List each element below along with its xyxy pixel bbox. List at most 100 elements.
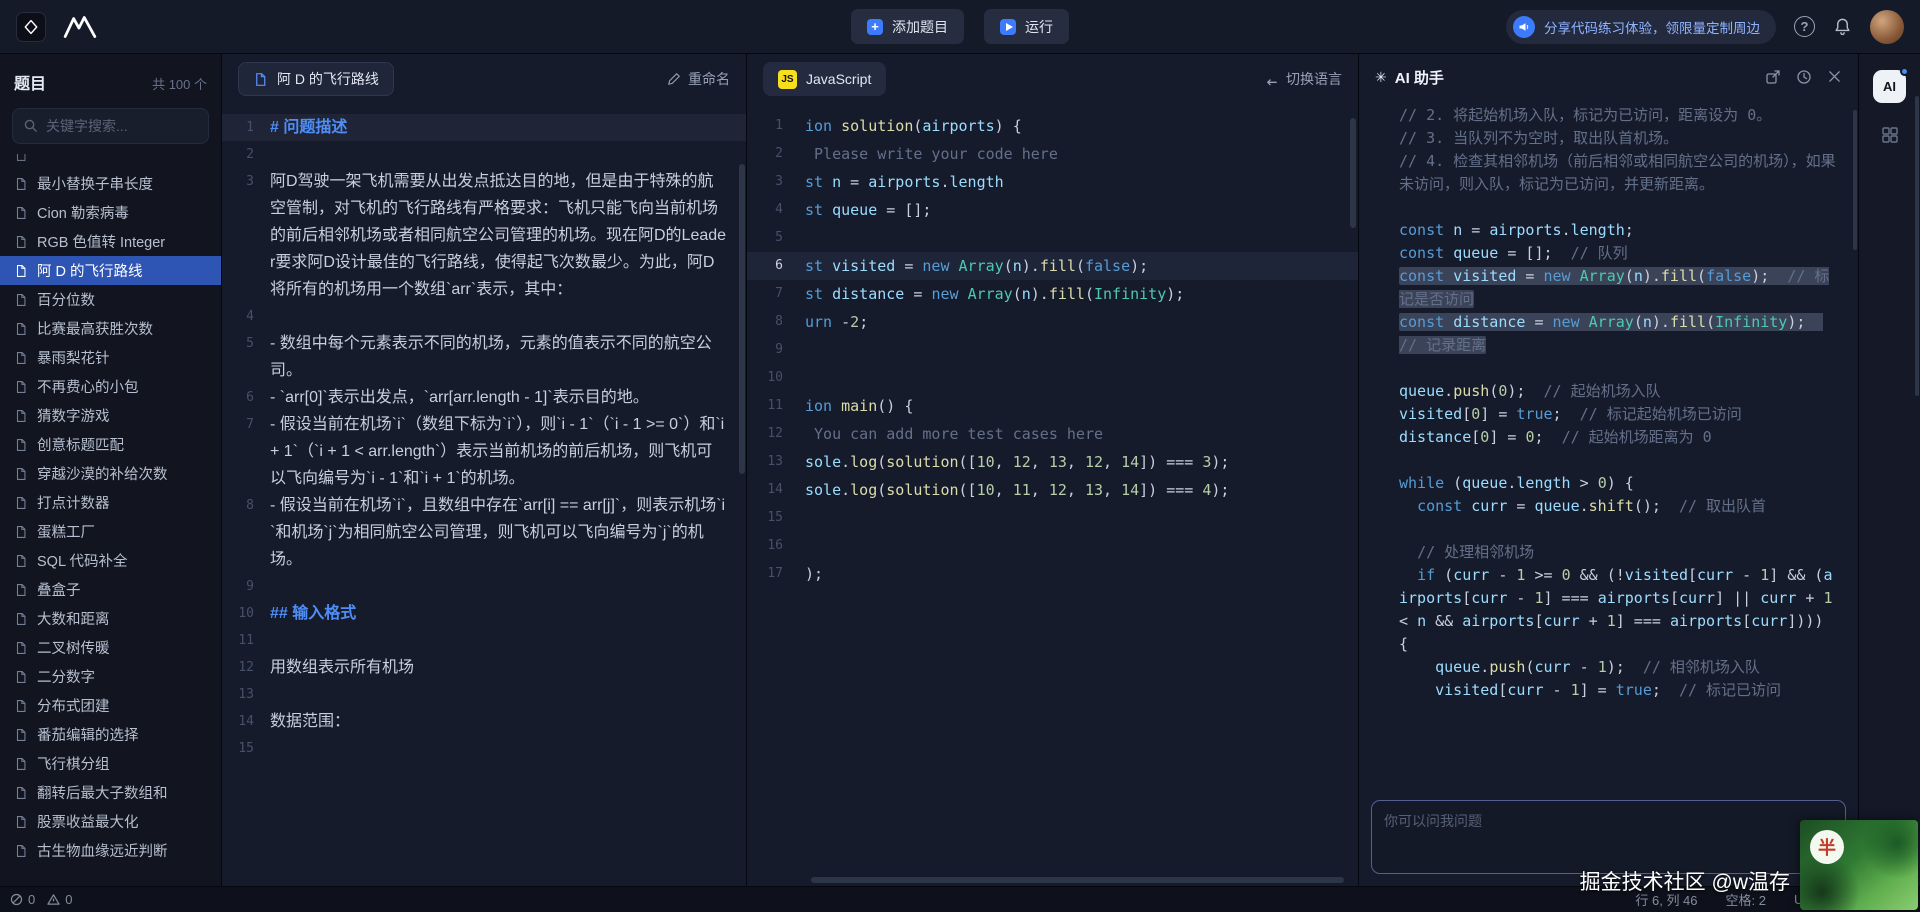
- sidebar-item[interactable]: 阿 D 的飞行路线: [0, 256, 221, 285]
- sidebar-item[interactable]: 比赛最高获胜次数: [0, 314, 221, 343]
- sidebar-item-label: 翻转后最大子数组和: [37, 782, 168, 803]
- document-icon: [14, 699, 28, 713]
- sidebar-scrollbar[interactable]: [1915, 96, 1919, 396]
- sidebar-item[interactable]: 创意标题匹配: [0, 430, 221, 459]
- ai-code-line: // 2. 将起始机场入队，标记为已访问，距离设为 0。: [1399, 104, 1836, 127]
- ai-chat-content[interactable]: // 2. 将起始机场入队，标记为已访问，距离设为 0。// 3. 当队列不为空…: [1359, 100, 1858, 788]
- sidebar-item[interactable]: 翻转后最大子数组和: [0, 778, 221, 807]
- sidebar-item[interactable]: 二分数字: [0, 662, 221, 691]
- mountain-logo-icon[interactable]: [62, 14, 98, 40]
- line-number: 17: [747, 560, 805, 588]
- language-tab[interactable]: JS JavaScript: [763, 62, 886, 96]
- problem-scrollbar[interactable]: [739, 164, 745, 474]
- line-number: 1: [222, 114, 270, 141]
- problem-line-text: - 数组中每个元素表示不同的机场，元素的值表示不同的航空公司。: [270, 330, 746, 384]
- code-line: 11ion main() {: [747, 392, 1358, 420]
- sidebar-item-label: 古生物血缘远近判断: [37, 840, 168, 861]
- sidebar-item-label: 穿越沙漠的补给次数: [37, 463, 168, 484]
- sidebar-item[interactable]: 暴雨梨花针: [0, 343, 221, 372]
- ai-header: ✳ AI 助手: [1359, 54, 1858, 100]
- history-icon[interactable]: [1796, 69, 1812, 85]
- ai-assistant-panel: ✳ AI 助手: [1359, 54, 1859, 886]
- switch-language-button[interactable]: 切换语言: [1264, 69, 1342, 89]
- document-icon: [14, 554, 28, 568]
- help-icon[interactable]: ?: [1794, 16, 1815, 37]
- promo-text: 分享代码练习体验，领限量定制周边: [1544, 17, 1760, 37]
- add-question-button[interactable]: + 添加题目: [851, 9, 964, 44]
- problem-line-text: [270, 735, 746, 762]
- sidebar-item[interactable]: 最小替换子串长度: [0, 169, 221, 198]
- line-number: 6: [222, 384, 270, 411]
- code-line: 1ion solution(airports) {: [747, 112, 1358, 140]
- ai-scrollbar[interactable]: [1853, 110, 1857, 250]
- warning-icon: [47, 893, 60, 906]
- ai-code-line: [1399, 357, 1836, 380]
- document-icon: [14, 496, 28, 510]
- sidebar-item-label: 猜数字游戏: [37, 405, 110, 426]
- promo-banner[interactable]: 分享代码练习体验，领限量定制周边: [1506, 10, 1776, 44]
- code-line: 10: [747, 364, 1358, 392]
- sidebar-item[interactable]: 猜数字游戏: [0, 401, 221, 430]
- question-count: 共 100 个: [152, 74, 207, 93]
- errors-indicator[interactable]: 0: [10, 892, 35, 907]
- editor-vertical-scrollbar[interactable]: [1350, 118, 1356, 228]
- sidebar-item[interactable]: [0, 154, 221, 169]
- document-icon: [14, 154, 28, 162]
- search-input[interactable]: [12, 108, 209, 144]
- line-number: 4: [222, 303, 270, 330]
- code-line: 15: [747, 504, 1358, 532]
- warnings-indicator[interactable]: 0: [47, 892, 72, 907]
- sidebar-item[interactable]: Cion 勒索病毒: [0, 198, 221, 227]
- sidebar-item[interactable]: SQL 代码补全: [0, 546, 221, 575]
- ai-code-line: visited[curr - 1] = true; // 标记已访问: [1399, 679, 1836, 702]
- line-number: 8: [222, 492, 270, 573]
- problem-line-text: [270, 303, 746, 330]
- play-icon: [1000, 19, 1016, 35]
- widgets-icon[interactable]: [1880, 125, 1900, 145]
- sidebar-item[interactable]: 百分位数: [0, 285, 221, 314]
- sidebar-item[interactable]: 蛋糕工厂: [0, 517, 221, 546]
- close-icon[interactable]: [1827, 69, 1842, 85]
- sidebar-item[interactable]: 飞行棋分组: [0, 749, 221, 778]
- sidebar-item[interactable]: 古生物血缘远近判断: [0, 836, 221, 865]
- sidebar-item-label: RGB 色值转 Integer: [37, 231, 165, 252]
- ai-assistant-toggle[interactable]: AI: [1873, 70, 1906, 103]
- line-number: 12: [747, 420, 805, 448]
- user-avatar[interactable]: [1870, 10, 1904, 44]
- code-editor[interactable]: 1ion solution(airports) {2 Please write …: [747, 104, 1358, 886]
- editor-horizontal-scrollbar[interactable]: [811, 877, 1344, 883]
- sidebar-item[interactable]: 大数和距离: [0, 604, 221, 633]
- sidebar-item-label: SQL 代码补全: [37, 550, 128, 571]
- ai-code-line: queue.push(0); // 起始机场入队: [1399, 380, 1836, 403]
- sidebar-item-label: 创意标题匹配: [37, 434, 124, 455]
- problem-title: 阿 D 的飞行路线: [277, 69, 379, 89]
- sidebar-item[interactable]: 不再费心的小包: [0, 372, 221, 401]
- sidebar-item[interactable]: 二叉树传暖: [0, 633, 221, 662]
- sidebar-item-label: 阿 D 的飞行路线: [37, 260, 143, 281]
- problem-line: 11: [222, 627, 746, 654]
- sidebar-item[interactable]: 打点计数器: [0, 488, 221, 517]
- watermark-badge: 半: [1810, 830, 1844, 864]
- sidebar-item[interactable]: 叠盒子: [0, 575, 221, 604]
- rename-button[interactable]: 重命名: [667, 69, 730, 89]
- problem-line: 7- 假设当前在机场`i`（数组下标为`i`），则`i - 1`（`i - 1 …: [222, 411, 746, 492]
- line-number: 3: [747, 168, 805, 196]
- run-button[interactable]: 运行: [984, 9, 1069, 44]
- pencil-icon: [667, 72, 681, 86]
- sidebar-item[interactable]: 穿越沙漠的补给次数: [0, 459, 221, 488]
- code-line: 12 You can add more test cases here: [747, 420, 1358, 448]
- notifications-icon[interactable]: [1833, 17, 1852, 36]
- problem-title-tab[interactable]: 阿 D 的飞行路线: [238, 62, 394, 96]
- sidebar-item[interactable]: RGB 色值转 Integer: [0, 227, 221, 256]
- problem-editor[interactable]: 1# 问题描述23阿D驾驶一架飞机需要从出发点抵达目的地，但是由于特殊的航空管制…: [222, 104, 746, 886]
- code-line-text: urn -2;: [805, 308, 868, 336]
- send-to-chat-icon[interactable]: [1765, 69, 1781, 85]
- code-line-text: sole.log(solution([10, 12, 13, 12, 14]) …: [805, 448, 1229, 476]
- line-number: 3: [222, 168, 270, 303]
- sidebar-item[interactable]: 番茄编辑的选择: [0, 720, 221, 749]
- ai-title-group: ✳ AI 助手: [1375, 67, 1444, 88]
- sidebar-item[interactable]: 分布式团建: [0, 691, 221, 720]
- ai-badge-label: AI: [1883, 79, 1896, 94]
- sidebar-item[interactable]: 股票收益最大化: [0, 807, 221, 836]
- app-logo[interactable]: [16, 12, 46, 42]
